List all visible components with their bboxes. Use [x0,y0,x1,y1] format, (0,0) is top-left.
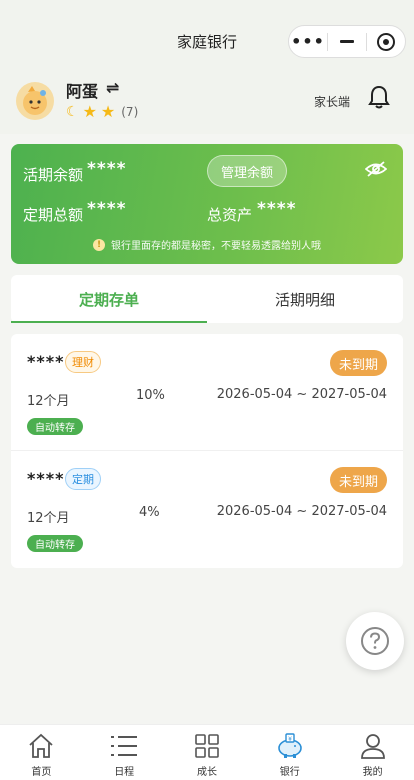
mini-program-capsule: ••• [288,25,406,58]
deposit-amount: **** [27,352,65,371]
fixed-total-label: 定期总额 [23,206,84,224]
avatar-character-icon [23,86,47,115]
star-icon: ★ [100,102,116,121]
more-dots-icon: ••• [291,32,325,51]
deposit-amount: **** [27,469,65,488]
parent-mode-link[interactable]: 家长端 [314,93,350,110]
close-target-icon [377,32,395,51]
eye-off-icon[interactable] [364,160,388,182]
switch-user-icon[interactable]: ⇌ [106,78,119,97]
tab-current-details[interactable]: 活期明细 [207,275,403,323]
fixed-total-value: **** [87,199,127,219]
list-item[interactable]: **** 定期 未到期 12个月 4% 2026-05-04 ~ 2027-05… [11,450,403,566]
deposit-term: 12个月 [27,394,70,409]
deposit-type-tag: 定期 [65,468,101,490]
top-bar: 家庭银行 ••• [0,0,414,80]
deposit-period: 2026-05-04 ~ 2027-05-04 [216,504,387,519]
star-count: (7) [121,105,139,119]
balance-card: 活期余额 **** 管理余额 定期总额 **** 总资产 **** ! 银行里面… [11,144,403,264]
nav-item-bank[interactable]: ¥ 银行 [248,725,331,780]
info-icon: ! [93,238,105,251]
deposit-period: 2026-05-04 ~ 2027-05-04 [216,387,387,402]
auto-renew-badge: 自动转存 [27,535,83,552]
user-header: 阿蛋 ⇌ ☾ ★ ★ (7) 家长端 [0,70,414,134]
status-badge: 未到期 [329,467,387,493]
star-icon: ★ [82,102,97,121]
piggy-bank-icon: ¥ [277,733,302,758]
list-icon [111,736,138,756]
nav-item-me[interactable]: 我的 [331,725,414,780]
total-assets-label: 总资产 [207,206,253,224]
deposit-type-tag: 理财 [65,351,101,373]
current-balance-value: **** [87,159,127,179]
nav-item-schedule[interactable]: 日程 [83,725,166,780]
deposit-tabs: 定期存单 活期明细 [11,275,403,323]
deposit-list: **** 理财 未到期 12个月 10% 2026-05-04 ~ 2027-0… [11,334,403,568]
nav-label: 日程 [114,767,135,778]
current-balance-label: 活期余额 [23,166,84,184]
help-button[interactable] [346,612,404,670]
user-name: 阿蛋 [66,82,99,101]
nav-item-growth[interactable]: 成长 [166,725,249,780]
status-badge: 未到期 [329,350,387,376]
close-button[interactable] [367,26,405,57]
deposit-term: 12个月 [27,511,70,526]
avatar[interactable] [16,82,54,120]
nav-label: 成长 [196,767,217,778]
list-item[interactable]: **** 理财 未到期 12个月 10% 2026-05-04 ~ 2027-0… [11,334,403,450]
question-icon [361,627,389,655]
grid-icon [195,734,219,758]
privacy-tip-text: 银行里面存的都是秘密，不要轻易透露给别人哦 [111,241,321,252]
bottom-nav: 首页 日程 成长 ¥ 银行 我的 [0,724,414,780]
nav-label: 银行 [279,767,300,778]
deposit-rate: 4% [139,505,160,520]
tab-fixed-deposits[interactable]: 定期存单 [11,275,207,323]
star-rating: ☾ ★ ★ (7) [66,102,139,121]
nav-label: 我的 [362,767,383,778]
minimize-icon [340,40,354,43]
bell-icon[interactable] [368,84,390,114]
total-assets-value: **** [257,199,297,219]
auto-renew-badge: 自动转存 [27,418,83,435]
more-button[interactable]: ••• [289,26,327,57]
nav-item-home[interactable]: 首页 [0,725,83,780]
privacy-tip: ! 银行里面存的都是秘密，不要轻易透露给别人哦 [11,237,403,252]
moon-icon: ☾ [66,104,79,120]
user-icon [360,734,385,759]
deposit-rate: 10% [136,388,165,403]
home-icon [29,733,53,758]
minimize-button[interactable] [328,26,366,57]
nav-label: 首页 [31,767,52,778]
manage-balance-button[interactable]: 管理余额 [207,155,287,187]
svg-text:¥: ¥ [288,736,292,743]
